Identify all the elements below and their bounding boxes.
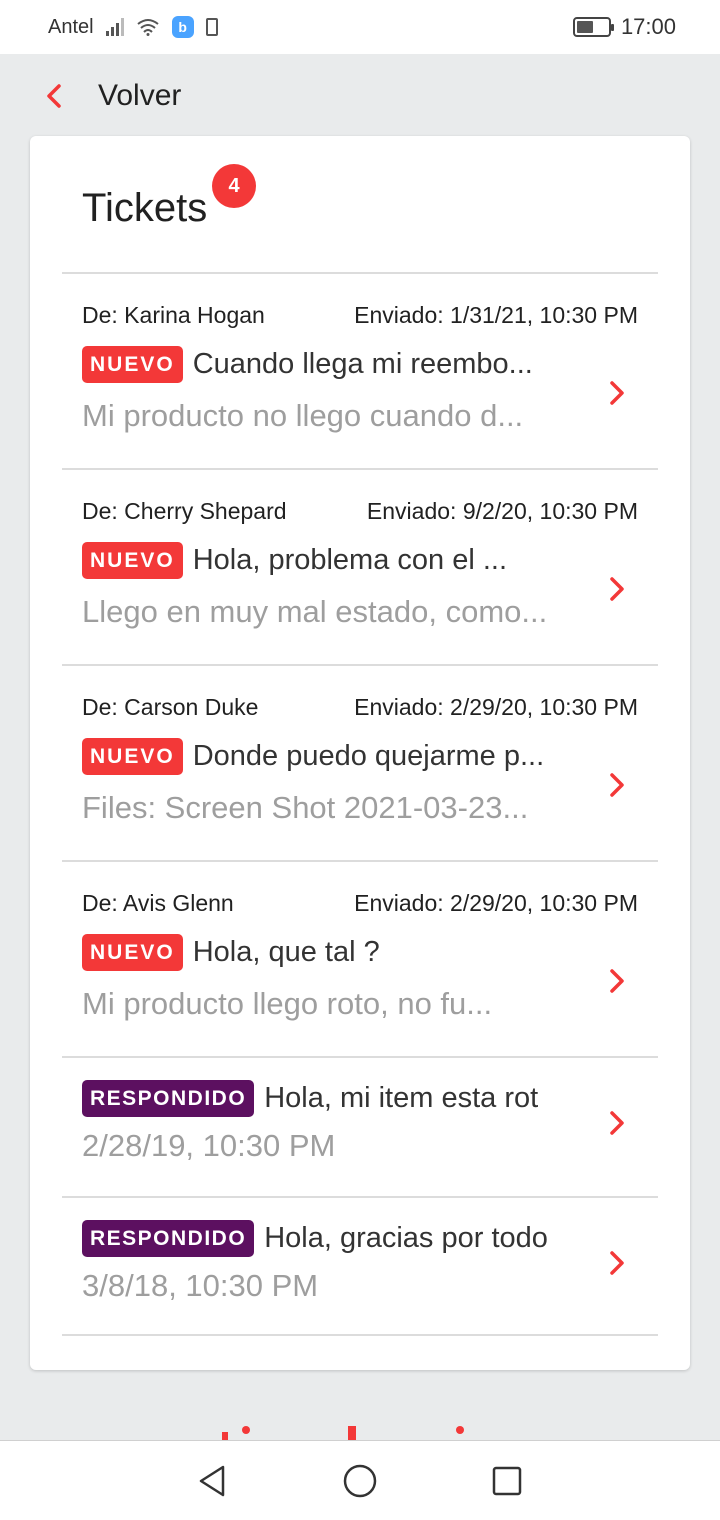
- tickets-card: Tickets 4 De: Karina Hogan Enviado: 1/31…: [30, 136, 690, 1370]
- status-badge: NUEVO: [82, 934, 183, 971]
- status-badge: NUEVO: [82, 346, 183, 383]
- ticket-subject: Donde puedo quejarme p...: [192, 740, 545, 772]
- chevron-right-icon[interactable]: [606, 770, 628, 800]
- back-button[interactable]: Volver: [98, 79, 181, 113]
- battery-icon: [572, 17, 614, 37]
- ticket-item[interactable]: De: Avis Glenn Enviado: 2/29/20, 10:30 P…: [62, 860, 658, 1056]
- ticket-item[interactable]: RESPONDIDO Hola, gracias por todo 3/8/18…: [62, 1196, 658, 1336]
- ticket-subject: Hola, gracias por todo: [264, 1222, 548, 1254]
- status-badge: NUEVO: [82, 542, 183, 579]
- back-triangle-icon[interactable]: [193, 1461, 233, 1501]
- ticket-sender: De: Avis Glenn: [82, 890, 234, 916]
- system-nav-bar: [0, 1440, 720, 1520]
- ticket-date: 2/28/19, 10:30 PM: [82, 1128, 336, 1163]
- ticket-item[interactable]: De: Cherry Shepard Enviado: 9/2/20, 10:3…: [62, 468, 658, 664]
- carrier-name: Antel: [48, 15, 94, 38]
- home-circle-icon[interactable]: [340, 1461, 380, 1501]
- phone-icon: [205, 18, 218, 36]
- ticket-count-badge: 4: [212, 164, 256, 208]
- ticket-subject: Hola, mi item esta rot: [264, 1082, 539, 1114]
- header: Volver: [0, 54, 720, 138]
- status-badge: RESPONDIDO: [82, 1220, 255, 1257]
- chevron-right-icon[interactable]: [606, 966, 628, 996]
- chevron-left-icon[interactable]: [42, 83, 68, 109]
- status-badge: RESPONDIDO: [82, 1080, 255, 1117]
- ticket-sent-date: Enviado: 2/29/20, 10:30 PM: [354, 890, 638, 916]
- ticket-sent-date: Enviado: 2/29/20, 10:30 PM: [354, 694, 638, 720]
- ticket-sent-date: Enviado: 1/31/21, 10:30 PM: [354, 302, 638, 328]
- status-badge: NUEVO: [82, 738, 183, 775]
- chevron-right-icon[interactable]: [606, 574, 628, 604]
- ticket-subject: Hola, problema con el ...: [192, 544, 508, 576]
- ticket-preview: Mi producto no llego cuando d...: [82, 398, 524, 433]
- ticket-sent-date: Enviado: 9/2/20, 10:30 PM: [366, 498, 638, 524]
- ticket-item[interactable]: RESPONDIDO Hola, mi item esta rot 2/28/1…: [62, 1056, 658, 1196]
- status-bar: Antel b 17:00: [0, 0, 720, 54]
- wifi-icon: [136, 19, 159, 36]
- ticket-sender: De: Karina Hogan: [82, 302, 265, 328]
- ticket-sender: De: Cherry Shepard: [82, 498, 287, 524]
- page-title: Tickets: [82, 186, 208, 230]
- chevron-right-icon[interactable]: [606, 378, 628, 408]
- signal-icon: [105, 18, 124, 36]
- ticket-subject: Hola, que tal ?: [192, 936, 380, 968]
- chevron-right-icon[interactable]: [606, 1248, 628, 1278]
- recents-square-icon[interactable]: [487, 1461, 527, 1501]
- ticket-sender: De: Carson Duke: [82, 694, 259, 720]
- ticket-list: De: Karina Hogan Enviado: 1/31/21, 10:30…: [62, 272, 658, 1336]
- ticket-item[interactable]: De: Carson Duke Enviado: 2/29/20, 10:30 …: [62, 664, 658, 860]
- clock: 17:00: [620, 14, 676, 39]
- ticket-preview: Llego en muy mal estado, como...: [82, 594, 548, 629]
- ticket-item[interactable]: De: Karina Hogan Enviado: 1/31/21, 10:30…: [62, 272, 658, 468]
- ticket-subject: Cuando llega mi reembo...: [192, 348, 533, 380]
- ticket-date: 3/8/18, 10:30 PM: [82, 1268, 319, 1303]
- ticket-preview: Files: Screen Shot 2021-03-23...: [82, 790, 529, 825]
- app-notification-icon: b: [171, 16, 194, 38]
- chevron-right-icon[interactable]: [606, 1108, 628, 1138]
- ticket-preview: Mi producto llego roto, no fu...: [82, 986, 493, 1021]
